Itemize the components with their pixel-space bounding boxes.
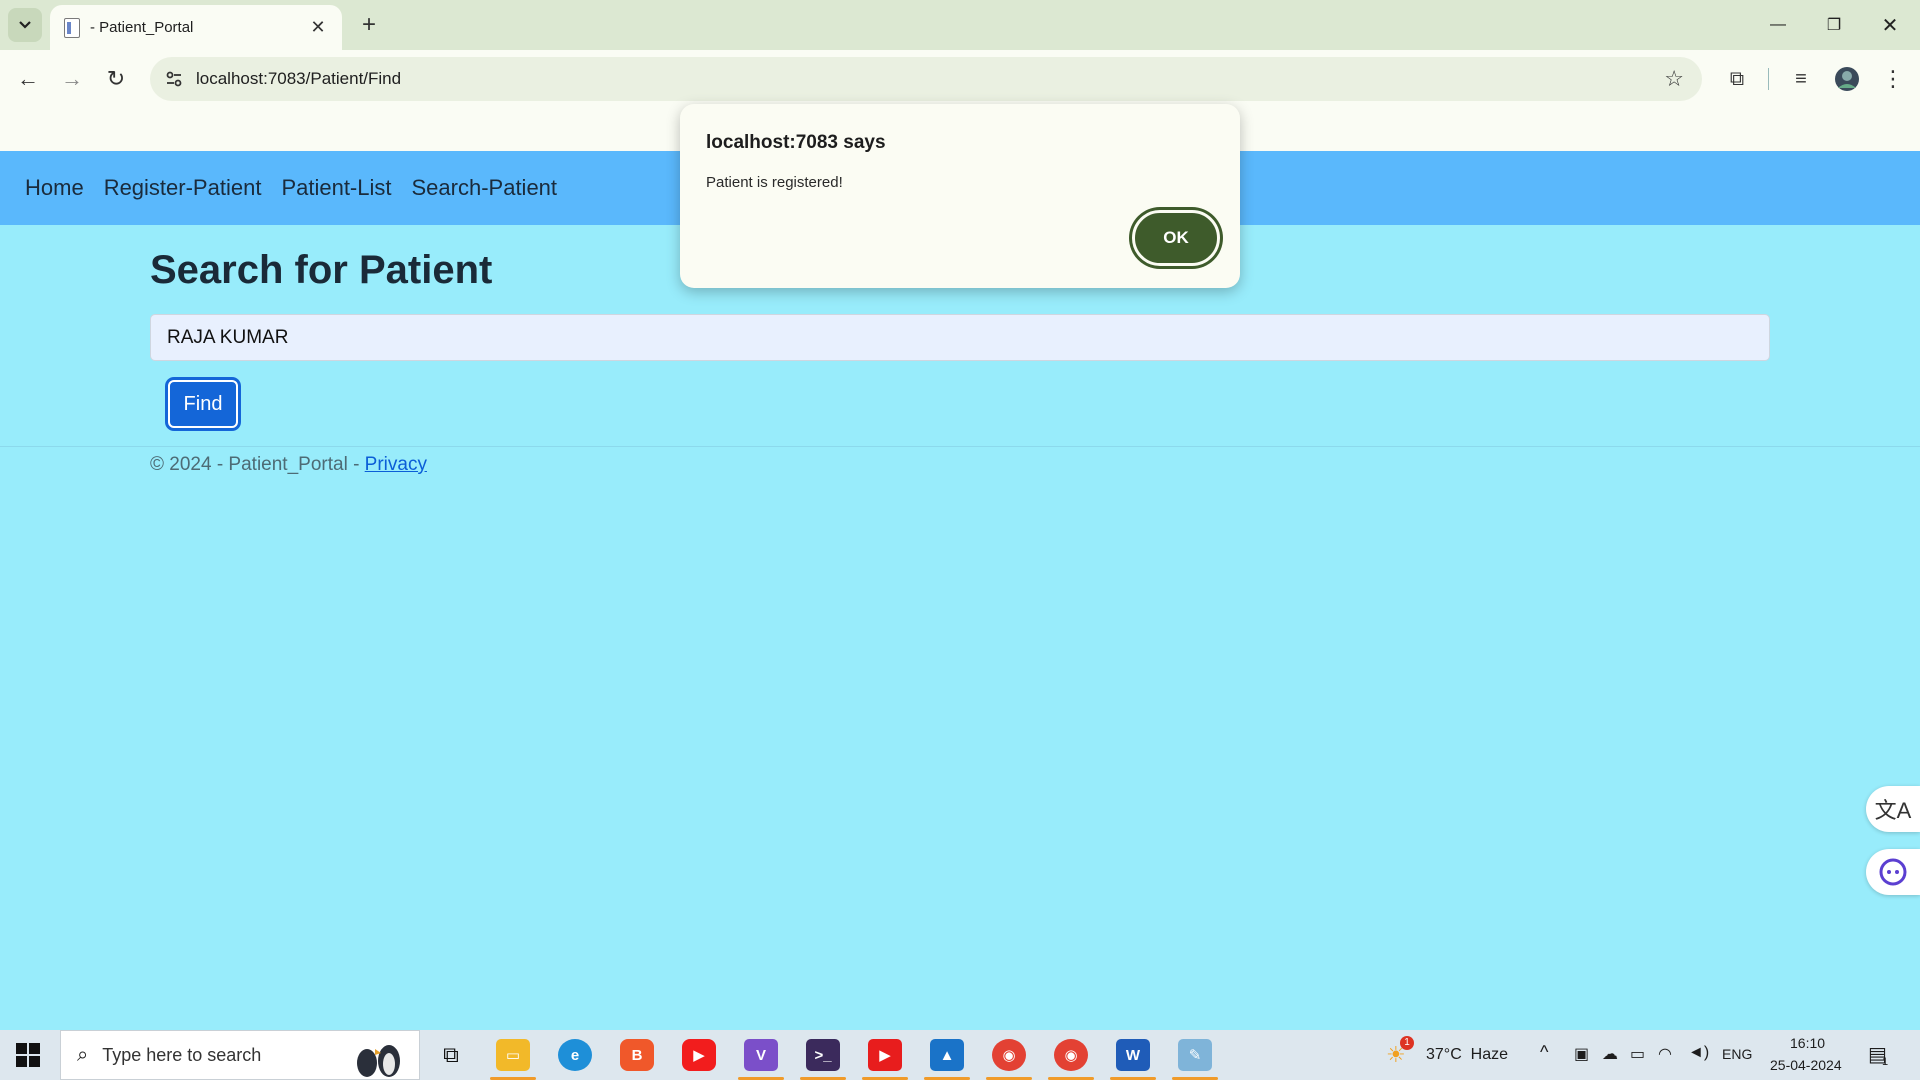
avatar-icon [1835,67,1859,91]
penguin-illustration-icon [357,1045,400,1077]
start-button[interactable] [16,1043,40,1067]
profile-avatar[interactable] [1832,64,1862,94]
new-tab-button[interactable]: + [352,8,386,42]
page-favicon-icon [64,17,80,38]
back-button[interactable]: ← [8,59,48,99]
nav-patient-list[interactable]: Patient-List [281,175,391,201]
visual-studio-icon[interactable]: V [744,1039,778,1071]
close-tab-icon[interactable]: ✕ [308,17,328,38]
taskbar-search-placeholder: Type here to search [102,1044,262,1065]
browser-tabstrip: - Patient_Portal ✕ + — ❐ ✕ [0,0,1920,50]
clock-date[interactable]: 25-04-2024 [1770,1057,1842,1073]
search-icon: ⌕ [77,1043,89,1066]
terminal-icon[interactable]: >_ [806,1039,840,1071]
forward-button[interactable]: → [52,59,92,99]
taskbar-search[interactable]: ⌕ Type here to search [60,1030,420,1080]
chrome-icon[interactable]: ◉ [992,1039,1026,1071]
tab-search-button[interactable] [8,8,42,42]
patient-search-input[interactable] [150,314,1770,361]
nav-home[interactable]: Home [25,175,84,201]
weather-text: 37°C Haze [1426,1046,1508,1063]
reload-button[interactable]: ↻ [96,59,136,99]
clock-time[interactable]: 16:10 [1790,1035,1825,1051]
youtube-icon[interactable]: ▶ [682,1039,716,1071]
browser-tab[interactable]: - Patient_Portal ✕ [50,5,342,50]
battery-icon[interactable]: ▭ [1630,1044,1645,1064]
translate-widget[interactable]: 文A [1866,786,1920,832]
chevron-down-icon [19,21,31,29]
browser-menu-icon[interactable]: ⋮ [1878,64,1908,94]
onedrive-icon[interactable]: ☁ [1602,1044,1618,1064]
footer-divider [0,446,1920,447]
site-info-icon[interactable] [164,69,184,89]
wifi-icon[interactable]: ◠ [1658,1044,1672,1064]
youtube-app-icon[interactable]: ▶ [868,1039,902,1071]
extensions-icon[interactable]: ⧉ [1722,64,1752,94]
address-bar[interactable]: localhost:7083/Patient/Find ☆ [150,57,1702,101]
meet-now-icon[interactable]: ▣ [1574,1044,1589,1064]
close-window-button[interactable]: ✕ [1862,0,1918,50]
url-text: localhost:7083/Patient/Find [196,69,402,88]
browser-toolbar: ← → ↻ localhost:7083/Patient/Find ☆ ⧉ ≡ … [0,50,1920,108]
dialog-title: localhost:7083 says [706,132,886,153]
assistant-widget[interactable] [1866,849,1920,895]
minimize-button[interactable]: — [1750,0,1806,50]
nav-search-patient[interactable]: Search-Patient [412,175,558,201]
weather-badge: 1 [1400,1036,1414,1050]
dialog-message: Patient is registered! [706,174,843,191]
notification-count: 1 [1882,1056,1889,1068]
ok-button[interactable]: OK [1132,210,1220,266]
bookmark-star-icon[interactable]: ☆ [1664,66,1684,92]
toolbar-divider [1768,68,1769,90]
alert-dialog: localhost:7083 says Patient is registere… [680,104,1240,288]
footer-text: © 2024 - Patient_Portal - [150,454,365,475]
chrome-active-icon[interactable]: ◉ [1054,1039,1088,1071]
notepad-icon[interactable]: ✎ [1178,1039,1212,1071]
language-indicator[interactable]: ENG [1722,1046,1752,1062]
tab-title: - Patient_Portal [90,19,194,36]
edge-browser-icon[interactable]: e [558,1039,592,1071]
translate-icon: 文A [1874,798,1912,823]
weather-widget[interactable]: ☀ 1 37°C Haze [1386,1036,1516,1070]
find-button[interactable]: Find [168,380,238,428]
privacy-link[interactable]: Privacy [365,454,427,475]
file-explorer-icon[interactable]: ▭ [496,1039,530,1071]
show-hidden-icons[interactable]: ^ [1540,1042,1548,1063]
media-control-icon[interactable]: ≡ [1786,64,1816,94]
windows-taskbar: ⌕ Type here to search ⧉ ▭ e B ▶ V >_ ▶ ▲… [0,1030,1920,1080]
word-icon[interactable]: W [1116,1039,1150,1071]
task-view-icon[interactable]: ⧉ [434,1039,468,1071]
brave-browser-icon[interactable]: B [620,1039,654,1071]
photos-app-icon[interactable]: ▲ [930,1039,964,1071]
restore-button[interactable]: ❐ [1806,0,1862,50]
assistant-icon [1879,858,1907,886]
nav-register-patient[interactable]: Register-Patient [104,175,262,201]
volume-icon[interactable]: ◄) [1688,1044,1709,1062]
page-footer: © 2024 - Patient_Portal - Privacy [150,454,427,476]
